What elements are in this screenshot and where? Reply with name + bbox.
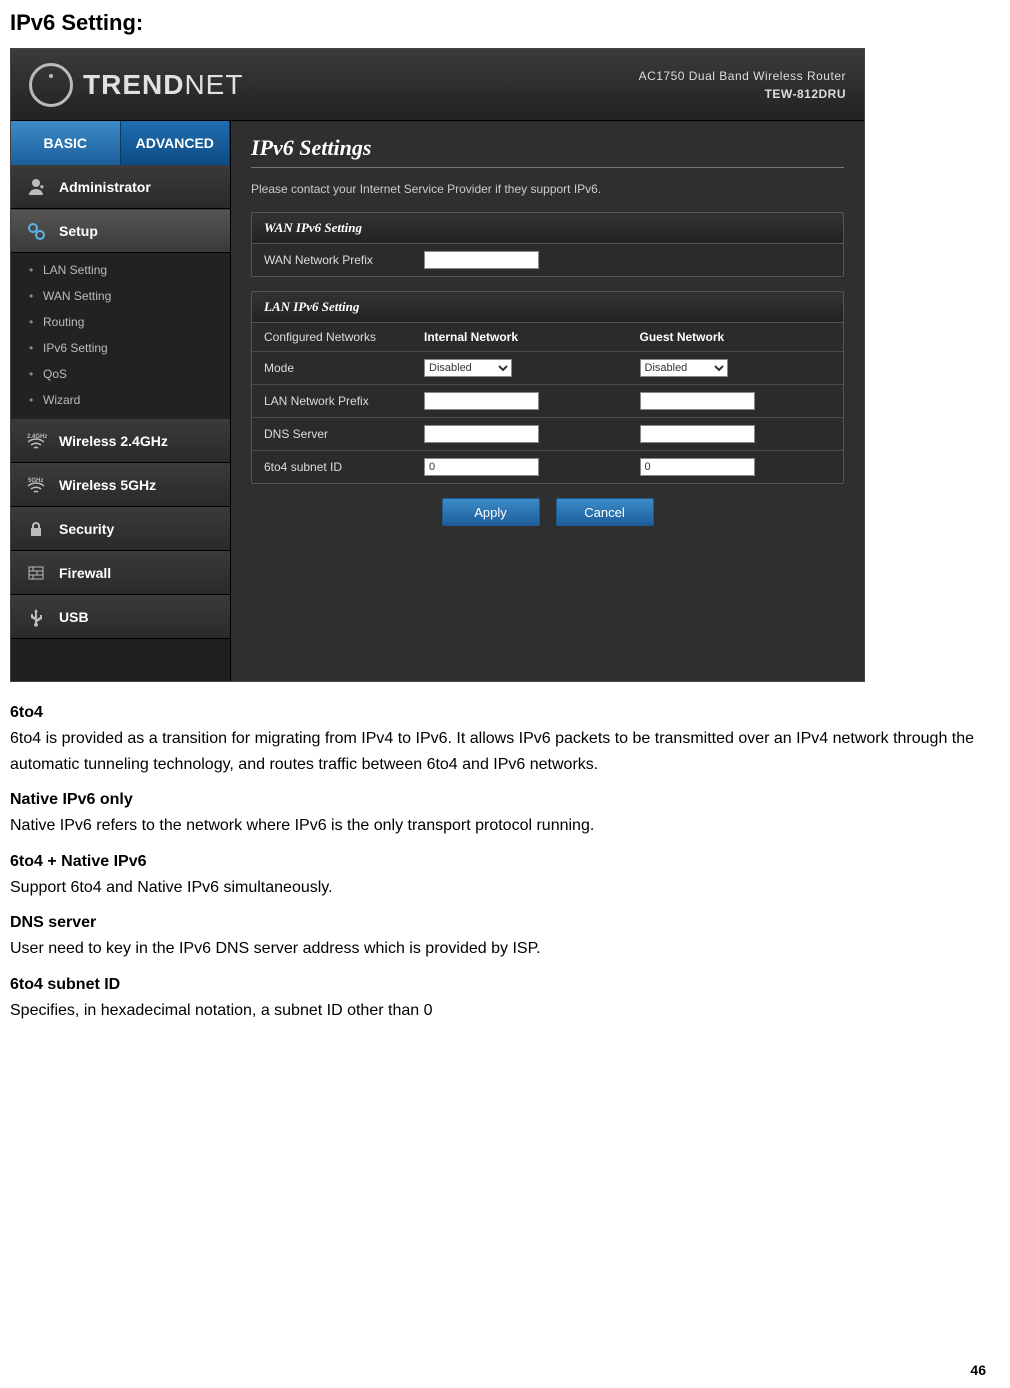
nav-label: Firewall <box>59 565 111 581</box>
page-title: IPv6 Setting: <box>10 10 1010 36</box>
help-native-header: Native IPv6 only <box>10 791 990 809</box>
nav-administrator[interactable]: Administrator <box>11 165 230 209</box>
help-6to4-header: 6to4 <box>10 704 990 722</box>
tab-advanced[interactable]: ADVANCED <box>121 121 231 165</box>
mode-guest-select[interactable]: Disabled <box>640 359 728 377</box>
mode-internal-select[interactable]: Disabled <box>424 359 512 377</box>
sidebar: BASIC ADVANCED Administrator Setup <box>11 121 231 681</box>
subnet-internal-input[interactable] <box>424 458 539 476</box>
help-subnet-header: 6to4 subnet ID <box>10 976 990 994</box>
svg-text:5GHz: 5GHz <box>28 478 43 484</box>
nav-tabs: BASIC ADVANCED <box>11 121 230 165</box>
subnet-label: 6to4 subnet ID <box>252 453 412 481</box>
nav-usb[interactable]: USB <box>11 595 230 639</box>
wifi-icon: 5GHz <box>25 474 47 496</box>
model-line2: TEW-812DRU <box>765 87 846 101</box>
setup-submenu: LAN Setting WAN Setting Routing IPv6 Set… <box>11 253 230 419</box>
panel-title: IPv6 Settings <box>251 135 844 161</box>
nav-setup[interactable]: Setup <box>11 209 230 253</box>
lan-box-title: LAN IPv6 Setting <box>252 292 843 323</box>
router-admin-screenshot: TRENDNET AC1750 Dual Band Wireless Route… <box>10 48 865 682</box>
subnav-ipv6-setting[interactable]: IPv6 Setting <box>43 335 230 361</box>
help-dns-text: User need to key in the IPv6 DNS server … <box>10 936 990 962</box>
tab-basic[interactable]: BASIC <box>11 121 121 165</box>
help-dns-header: DNS server <box>10 914 990 932</box>
subnav-lan-setting[interactable]: LAN Setting <box>43 257 230 283</box>
lan-prefix-label: LAN Network Prefix <box>252 387 412 415</box>
help-subnet-text: Specifies, in hexadecimal notation, a su… <box>10 998 990 1024</box>
wifi-icon: 2.4GHz <box>25 430 47 452</box>
cancel-button[interactable]: Cancel <box>556 498 654 526</box>
help-combo-header: 6to4 + Native IPv6 <box>10 853 990 871</box>
subnet-guest-input[interactable] <box>640 458 755 476</box>
nav-label: USB <box>59 609 89 625</box>
nav-label: Security <box>59 521 114 537</box>
lan-prefix-internal-input[interactable] <box>424 392 539 410</box>
page-number: 46 <box>970 1362 986 1378</box>
brand-thin: NET <box>184 69 243 100</box>
brand-text: TRENDNET <box>83 69 243 101</box>
nav-label: Setup <box>59 223 98 239</box>
user-icon <box>25 176 47 198</box>
help-native-text: Native IPv6 refers to the network where … <box>10 813 990 839</box>
brand-bold: TREND <box>83 69 184 100</box>
wan-prefix-input[interactable] <box>424 251 539 269</box>
col-guest: Guest Network <box>628 323 844 351</box>
model-text: AC1750 Dual Band Wireless Router TEW-812… <box>639 67 846 103</box>
wan-box-title: WAN IPv6 Setting <box>252 213 843 244</box>
model-line1: AC1750 Dual Band Wireless Router <box>639 67 846 85</box>
subnav-qos[interactable]: QoS <box>43 361 230 387</box>
lan-prefix-guest-input[interactable] <box>640 392 755 410</box>
dns-label: DNS Server <box>252 420 412 448</box>
nav-label: Wireless 2.4GHz <box>59 433 168 449</box>
wan-prefix-label: WAN Network Prefix <box>252 246 412 274</box>
subnav-wizard[interactable]: Wizard <box>43 387 230 413</box>
usb-icon <box>25 606 47 628</box>
button-row: Apply Cancel <box>251 498 844 526</box>
divider <box>251 167 844 168</box>
mode-label: Mode <box>252 354 412 382</box>
apply-button[interactable]: Apply <box>442 498 540 526</box>
nav-label: Wireless 5GHz <box>59 477 156 493</box>
main-panel: IPv6 Settings Please contact your Intern… <box>231 121 864 681</box>
logo-icon <box>29 63 73 107</box>
subnav-wan-setting[interactable]: WAN Setting <box>43 283 230 309</box>
nav-firewall[interactable]: Firewall <box>11 551 230 595</box>
svg-text:2.4GHz: 2.4GHz <box>27 434 47 440</box>
gear-icon <box>25 220 47 242</box>
dns-guest-input[interactable] <box>640 425 755 443</box>
lan-ipv6-box: LAN IPv6 Setting Configured Networks Int… <box>251 291 844 484</box>
configured-networks-label: Configured Networks <box>252 323 412 351</box>
dns-internal-input[interactable] <box>424 425 539 443</box>
help-region: 6to4 6to4 is provided as a transition fo… <box>10 704 990 1024</box>
col-internal: Internal Network <box>412 323 628 351</box>
wan-ipv6-box: WAN IPv6 Setting WAN Network Prefix <box>251 212 844 277</box>
nav-wireless-24[interactable]: 2.4GHz Wireless 2.4GHz <box>11 419 230 463</box>
help-combo-text: Support 6to4 and Native IPv6 simultaneou… <box>10 875 990 901</box>
help-6to4-text: 6to4 is provided as a transition for mig… <box>10 726 990 777</box>
subnav-routing[interactable]: Routing <box>43 309 230 335</box>
nav-security[interactable]: Security <box>11 507 230 551</box>
nav-wireless-5[interactable]: 5GHz Wireless 5GHz <box>11 463 230 507</box>
firewall-icon <box>25 562 47 584</box>
panel-note: Please contact your Internet Service Pro… <box>251 182 844 196</box>
lock-icon <box>25 518 47 540</box>
router-header: TRENDNET AC1750 Dual Band Wireless Route… <box>11 49 864 121</box>
brand-logo: TRENDNET <box>29 63 243 107</box>
nav-label: Administrator <box>59 179 151 195</box>
